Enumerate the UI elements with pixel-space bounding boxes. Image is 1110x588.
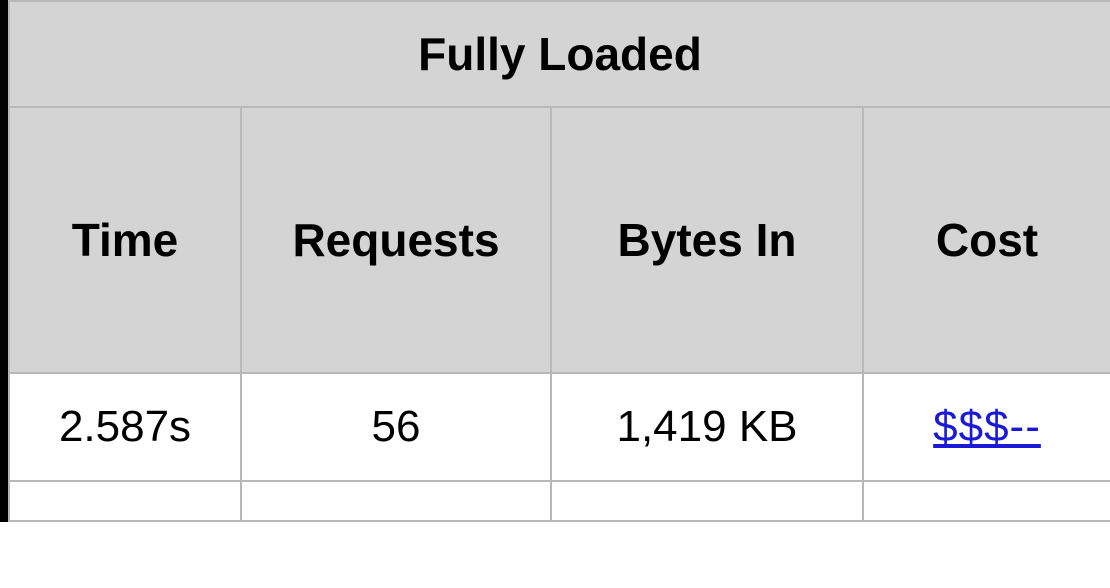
cell-time: 2.587s [9,373,241,481]
cell-requests: 56 [241,373,551,481]
cell-bytes-in: 1,419 KB [551,373,863,481]
cost-link[interactable]: $$$-- [933,402,1041,451]
column-header-bytes-in: Bytes In [551,107,863,373]
cell-empty [9,481,241,521]
fully-loaded-table: Fully Loaded Time Requests Bytes In Cost… [8,0,1110,522]
table-title: Fully Loaded [9,1,1110,107]
cell-empty [551,481,863,521]
cell-cost: $$$-- [863,373,1110,481]
table-row: 2.587s 56 1,419 KB $$$-- [9,373,1110,481]
column-header-time: Time [9,107,241,373]
column-header-requests: Requests [241,107,551,373]
fully-loaded-table-wrapper: Fully Loaded Time Requests Bytes In Cost… [0,0,1110,522]
column-header-cost: Cost [863,107,1110,373]
table-row [9,481,1110,521]
cell-empty [241,481,551,521]
cell-empty [863,481,1110,521]
